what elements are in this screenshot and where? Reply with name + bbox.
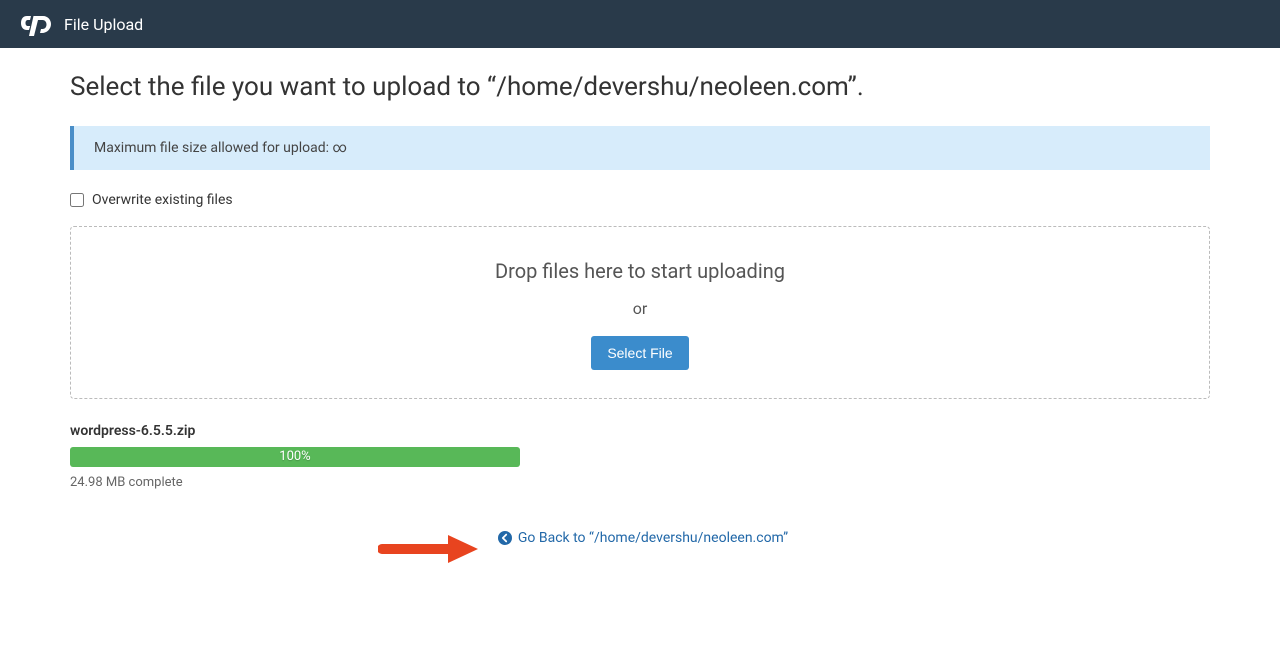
dropzone[interactable]: Drop files here to start uploading or Se… <box>70 226 1210 399</box>
upload-filename: wordpress-6.5.5.zip <box>70 423 1210 439</box>
overwrite-label: Overwrite existing files <box>92 192 233 208</box>
max-filesize-banner: Maximum file size allowed for upload: ∞ <box>70 126 1210 170</box>
page-title: Select the file you want to upload to “/… <box>70 72 1210 102</box>
dropzone-or-text: or <box>91 299 1189 318</box>
circle-arrow-left-icon <box>498 531 512 545</box>
go-back-link[interactable]: Go Back to “/home/devershu/neoleen.com” <box>498 530 788 546</box>
select-file-button[interactable]: Select File <box>591 336 688 370</box>
go-back-link-label: Go Back to “/home/devershu/neoleen.com” <box>518 530 788 546</box>
dropzone-text: Drop files here to start uploading <box>91 259 1189 283</box>
progress-percent-label: 100% <box>70 447 520 467</box>
progress-bar-fill: 100% <box>70 447 520 467</box>
app-header: File Upload <box>0 0 1280 48</box>
upload-item: wordpress-6.5.5.zip 100% 24.98 MB comple… <box>70 423 1210 490</box>
progress-bar-track: 100% <box>70 447 520 467</box>
app-title: File Upload <box>64 15 143 34</box>
cpanel-logo-icon <box>20 12 54 36</box>
overwrite-row[interactable]: Overwrite existing files <box>70 192 1210 208</box>
upload-status-text: 24.98 MB complete <box>70 475 1210 490</box>
main-content: Select the file you want to upload to “/… <box>0 48 1280 570</box>
overwrite-checkbox[interactable] <box>70 193 84 207</box>
back-link-row: Go Back to “/home/devershu/neoleen.com” <box>70 530 1210 546</box>
